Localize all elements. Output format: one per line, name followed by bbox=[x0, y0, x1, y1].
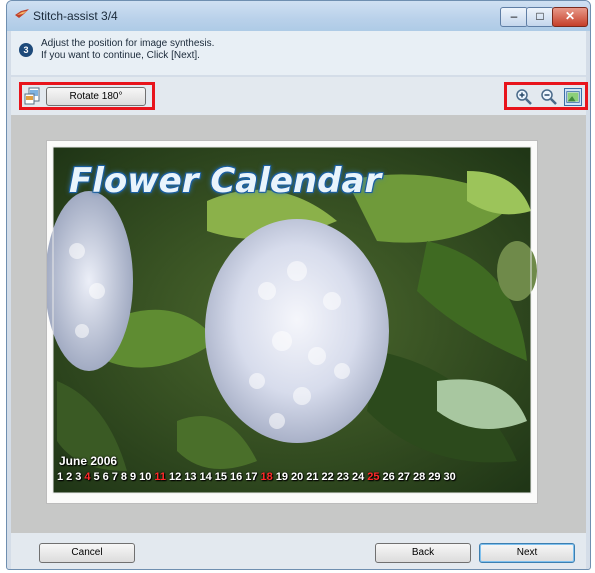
maximize-icon: □ bbox=[536, 9, 544, 23]
calendar-day: 23 bbox=[336, 471, 350, 483]
next-button[interactable]: Next bbox=[479, 543, 575, 563]
stitched-image-preview[interactable]: Flower Calendar June 2006 1 2 3 4 5 6 7 8 9 10 11 1… bbox=[47, 141, 537, 503]
calendar-days: 1 2 3 4 5 6 7 8 9 10 11 12 13 14 15 16 17 18 19 20 21 22 23 24 2… bbox=[57, 471, 459, 483]
calendar-day: 14 bbox=[199, 471, 212, 483]
calendar-day: 27 bbox=[397, 471, 411, 483]
calendar-day: 5 bbox=[93, 471, 100, 483]
highlight-box-view bbox=[504, 82, 588, 110]
calendar-day: 11 bbox=[154, 471, 167, 483]
calendar-day: 4 bbox=[84, 471, 91, 483]
calendar-day: 7 bbox=[111, 471, 118, 483]
title-bar[interactable]: Stitch-assist 3/4 – □ ✕ bbox=[7, 1, 590, 31]
highlight-box-rotate: Rotate 180° bbox=[19, 82, 155, 110]
calendar-day: 21 bbox=[306, 471, 319, 483]
calendar-day: 2 bbox=[66, 471, 73, 483]
preview-canvas[interactable]: Flower Calendar June 2006 1 2 3 4 5 6 7 8 9 10 11 1… bbox=[11, 115, 586, 533]
close-icon: ✕ bbox=[564, 9, 576, 23]
maximize-button[interactable]: □ bbox=[526, 7, 554, 27]
instruction-text-2: If you want to continue, Click [Next]. bbox=[41, 50, 200, 61]
calendar-day: 16 bbox=[230, 471, 243, 483]
calendar-day: 28 bbox=[413, 471, 426, 483]
calendar-day: 17 bbox=[245, 471, 258, 483]
calendar-day: 30 bbox=[443, 471, 456, 483]
calendar-day: 22 bbox=[321, 471, 334, 483]
calendar-day: 1 bbox=[57, 471, 64, 483]
back-button[interactable]: Back bbox=[375, 543, 471, 563]
rotate-image-icon[interactable] bbox=[24, 87, 42, 105]
calendar-day: 25 bbox=[367, 471, 380, 483]
zoom-in-icon[interactable] bbox=[515, 88, 533, 106]
zoom-out-icon[interactable] bbox=[540, 88, 558, 106]
fit-to-window-icon[interactable] bbox=[564, 88, 582, 106]
app-icon bbox=[15, 9, 29, 18]
instruction-text-1: Adjust the position for image synthesis. bbox=[41, 38, 215, 49]
calendar-day: 15 bbox=[214, 471, 228, 483]
calendar-day: 20 bbox=[291, 471, 304, 483]
calendar-day: 6 bbox=[102, 471, 109, 483]
calendar-day: 9 bbox=[130, 471, 137, 483]
calendar-day: 12 bbox=[169, 471, 182, 483]
rotate-180-button[interactable]: Rotate 180° bbox=[46, 87, 146, 106]
calendar-day: 10 bbox=[139, 471, 152, 483]
step-number-badge: 3 bbox=[19, 43, 33, 57]
calendar-day: 24 bbox=[352, 471, 365, 483]
instruction-bar: 3 Adjust the position for image synthesi… bbox=[11, 31, 586, 75]
footer: Cancel Back Next bbox=[11, 533, 586, 569]
calendar-day: 29 bbox=[428, 471, 441, 483]
stitch-assist-window: Stitch-assist 3/4 – □ ✕ 3 Adjust the pos… bbox=[6, 0, 591, 570]
calendar-month: June 2006 bbox=[59, 454, 118, 468]
calendar-day: 19 bbox=[275, 471, 289, 483]
minimize-button[interactable]: – bbox=[500, 7, 528, 27]
minimize-icon: – bbox=[510, 9, 518, 23]
calendar-day: 3 bbox=[75, 471, 82, 483]
cancel-button[interactable]: Cancel bbox=[39, 543, 135, 563]
calendar-day: 8 bbox=[120, 471, 127, 483]
calendar-day: 13 bbox=[184, 471, 197, 483]
calendar-title: Flower Calendar bbox=[69, 161, 382, 201]
calendar-day: 18 bbox=[260, 471, 273, 483]
close-button[interactable]: ✕ bbox=[552, 7, 588, 27]
calendar-day: 26 bbox=[382, 471, 395, 483]
window-title: Stitch-assist 3/4 bbox=[33, 9, 118, 23]
toolbar: Rotate 180° bbox=[11, 77, 588, 115]
